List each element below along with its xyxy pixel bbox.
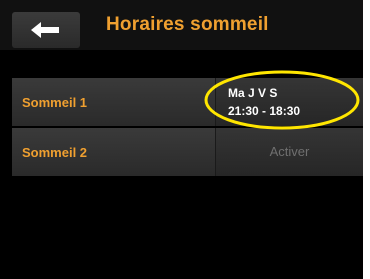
- sleep-schedule-list: Sommeil 1 Ma J V S 21:30 - 18:30 Sommeil…: [12, 78, 363, 178]
- sleep-schedule-value[interactable]: Ma J V S 21:30 - 18:30: [216, 78, 363, 126]
- back-arrow-icon: [31, 22, 59, 38]
- sleep-schedule-row-2: Sommeil 2 Activer: [12, 128, 363, 176]
- sleep-schedule-label[interactable]: Sommeil 2: [12, 128, 216, 176]
- activate-label: Activer: [269, 144, 310, 159]
- header-bar: Horaires sommeil: [0, 0, 363, 50]
- back-button[interactable]: [12, 12, 80, 48]
- sleep-schedule-label[interactable]: Sommeil 1: [12, 78, 216, 126]
- page-title: Horaires sommeil: [106, 14, 269, 35]
- device-screen: Horaires sommeil Sommeil 1 Ma J V S 21:3…: [0, 0, 363, 279]
- activate-button[interactable]: Activer: [216, 128, 363, 176]
- schedule-days: Ma J V S: [228, 86, 278, 100]
- sleep-schedule-row-1: Sommeil 1 Ma J V S 21:30 - 18:30: [12, 78, 363, 126]
- schedule-time: 21:30 - 18:30: [228, 104, 301, 118]
